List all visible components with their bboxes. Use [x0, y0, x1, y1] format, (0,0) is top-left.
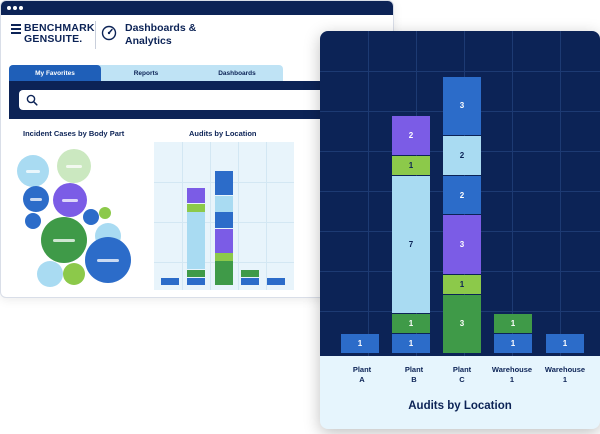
chart-plot-area: 1 1 1 7 1 2 3 1 3 2 2 3 1 1 1 [320, 31, 600, 356]
bar-value-label: 1 [357, 339, 363, 349]
category-label-warehouse-1: Warehouse 1 [491, 365, 533, 384]
gauge-icon [101, 25, 117, 41]
bubble[interactable] [25, 213, 41, 229]
app-title-line2: Analytics [125, 35, 172, 47]
search-input[interactable] [19, 90, 339, 110]
tab-my-favorites[interactable]: My Favorites [9, 65, 101, 81]
bar-value-label: 2 [459, 190, 465, 200]
mini-bar-segment [215, 195, 233, 212]
bubble[interactable] [99, 207, 111, 219]
bar-segment[interactable]: 1 [341, 334, 379, 353]
bar-segment[interactable]: 1 [392, 314, 430, 334]
bar-segment[interactable]: 3 [443, 76, 481, 136]
brand-logo-icon [11, 24, 21, 36]
bar-segment[interactable]: 3 [443, 294, 481, 353]
mini-bar-segment [187, 277, 205, 286]
audits-mini-chart [154, 142, 294, 290]
bubble[interactable] [17, 155, 49, 187]
mini-bar-segment [241, 269, 259, 278]
bar-segment[interactable]: 1 [392, 334, 430, 353]
mini-bar-segment [187, 269, 205, 278]
category-label-plant-c: Plant C [452, 365, 472, 384]
category-label-plant-a: Plant A [352, 365, 372, 384]
bubble[interactable] [85, 237, 131, 283]
category-label-plant-b: Plant B [404, 365, 424, 384]
bar-value-label: 1 [408, 319, 414, 329]
bar-value-label: 1 [408, 339, 414, 349]
mini-bar-segment [187, 187, 205, 204]
bar-value-label: 3 [459, 101, 465, 111]
mini-bar-segment [215, 212, 233, 229]
bar-value-label: 2 [459, 150, 465, 160]
tab-dashboards[interactable]: Dashboards [191, 65, 283, 81]
mini-bar-segment [241, 277, 259, 286]
audits-panel-title: Audits by Location [189, 129, 257, 138]
bar-segment[interactable]: 1 [494, 334, 532, 353]
mini-bar-segment [161, 277, 179, 286]
chart-title: Audits by Location [408, 400, 512, 412]
bar-segment[interactable]: 1 [546, 334, 584, 353]
bubble[interactable] [57, 149, 91, 183]
category-label-warehouse-2: Warehouse 1 [544, 365, 586, 384]
bar-segment[interactable]: 7 [392, 175, 430, 314]
brand-name-line2: GENSUITE. [24, 33, 83, 45]
audits-chart-card: 1 1 1 7 1 2 3 1 3 2 2 3 1 1 1 Plant A Plant B Plant C War… [320, 31, 600, 429]
bar-segment[interactable]: 2 [392, 116, 430, 155]
bubble[interactable] [37, 261, 63, 287]
bar-value-label: 1 [562, 339, 568, 349]
window-dot-icon[interactable] [7, 6, 11, 10]
mini-bar-segment [187, 204, 205, 212]
bar-segment[interactable]: 1 [494, 314, 532, 334]
bubble[interactable] [41, 217, 87, 263]
bar-value-label: 3 [459, 319, 465, 329]
mini-bar-segment [215, 261, 233, 286]
window-titlebar [1, 1, 393, 15]
bar-value-label: 1 [510, 339, 516, 349]
mini-bar-segment [215, 253, 233, 261]
bar-segment[interactable]: 1 [443, 274, 481, 294]
window-dot-icon[interactable] [13, 6, 17, 10]
app-title-line1: Dashboards & [125, 22, 197, 34]
window-dot-icon[interactable] [19, 6, 23, 10]
mini-bar-segment [215, 171, 233, 196]
mini-bar-segment [187, 212, 205, 270]
bar-value-label: 1 [510, 319, 516, 329]
bar-value-label: 1 [408, 160, 414, 170]
bar-value-label: 1 [459, 279, 465, 289]
bar-segment[interactable]: 3 [443, 215, 481, 274]
bubble[interactable] [83, 209, 99, 225]
bubble[interactable] [53, 183, 87, 217]
search-icon [26, 94, 38, 106]
mini-bar-segment [267, 277, 285, 286]
tab-reports[interactable]: Reports [103, 65, 189, 81]
bar-segment[interactable]: 2 [443, 136, 481, 175]
bubble[interactable] [63, 263, 85, 285]
incident-panel-title: Incident Cases by Body Part [23, 129, 125, 138]
bar-value-label: 3 [459, 240, 465, 250]
header-divider [95, 21, 96, 49]
bar-value-label: 7 [408, 240, 414, 250]
mini-bar-segment [215, 228, 233, 253]
bar-segment[interactable]: 1 [392, 156, 430, 175]
bar-value-label: 2 [408, 131, 414, 141]
bubble[interactable] [23, 186, 49, 212]
bar-segment[interactable]: 2 [443, 175, 481, 215]
